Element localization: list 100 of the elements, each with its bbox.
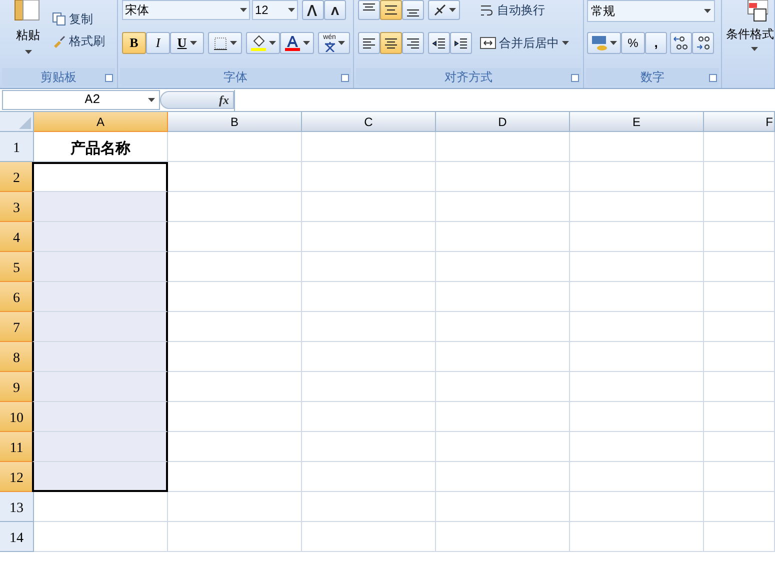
table-cell[interactable] (436, 492, 570, 522)
borders-button[interactable] (208, 32, 242, 54)
row-header[interactable]: 6 (0, 282, 34, 312)
table-cell[interactable] (704, 282, 775, 312)
table-cell[interactable] (570, 222, 704, 252)
bold-button[interactable]: B (122, 32, 146, 54)
underline-button[interactable]: U (170, 32, 204, 54)
selected-cell[interactable] (32, 222, 168, 252)
table-cell[interactable] (302, 222, 436, 252)
selected-cell[interactable] (32, 432, 168, 462)
table-cell[interactable] (168, 462, 302, 492)
table-cell[interactable] (168, 432, 302, 462)
row-header[interactable]: 3 (0, 192, 34, 222)
column-header[interactable]: F (704, 112, 775, 132)
table-cell[interactable] (704, 162, 775, 192)
row-header[interactable]: 4 (0, 222, 34, 252)
table-cell[interactable] (168, 282, 302, 312)
insert-function-button[interactable]: fx (160, 91, 234, 109)
table-cell[interactable] (168, 192, 302, 222)
table-cell[interactable] (168, 252, 302, 282)
table-cell[interactable] (704, 402, 775, 432)
table-cell[interactable] (436, 522, 570, 552)
align-right-button[interactable] (402, 32, 424, 54)
table-cell[interactable] (168, 162, 302, 192)
row-header[interactable]: 8 (0, 342, 34, 372)
row-header[interactable]: 12 (0, 462, 34, 492)
row-header[interactable]: 11 (0, 432, 34, 462)
table-cell[interactable] (704, 312, 775, 342)
table-cell[interactable] (436, 312, 570, 342)
align-left-button[interactable] (358, 32, 380, 54)
row-header[interactable]: 14 (0, 522, 34, 552)
table-cell[interactable] (302, 522, 436, 552)
font-size-field[interactable]: 12 (252, 0, 298, 20)
table-cell[interactable] (436, 432, 570, 462)
selected-cell[interactable] (32, 462, 168, 492)
table-cell[interactable] (436, 162, 570, 192)
selected-cell[interactable] (32, 252, 168, 282)
table-cell[interactable] (704, 252, 775, 282)
decrease-indent-button[interactable] (428, 32, 450, 54)
row-header[interactable]: 1 (0, 132, 34, 162)
table-cell[interactable] (704, 492, 775, 522)
table-cell[interactable] (34, 492, 168, 522)
paste-button[interactable]: 粘贴 (8, 0, 48, 60)
table-cell[interactable] (436, 462, 570, 492)
dialog-launcher-icon[interactable] (709, 74, 717, 82)
row-header[interactable]: 2 (0, 162, 34, 192)
increase-decimal-button[interactable] (670, 32, 692, 54)
increase-indent-button[interactable] (450, 32, 472, 54)
selected-cell[interactable] (32, 372, 168, 402)
selected-cell[interactable] (32, 342, 168, 372)
table-cell[interactable] (704, 522, 775, 552)
table-cell[interactable] (704, 132, 775, 162)
table-cell[interactable] (302, 282, 436, 312)
table-cell[interactable] (436, 132, 570, 162)
table-cell[interactable] (570, 492, 704, 522)
table-cell[interactable] (34, 522, 168, 552)
table-cell[interactable] (704, 372, 775, 402)
table-cell[interactable] (704, 432, 775, 462)
table-cell[interactable] (302, 192, 436, 222)
column-header[interactable]: A (34, 112, 168, 132)
table-cell[interactable] (302, 162, 436, 192)
conditional-format-button[interactable]: 条件格式 (726, 0, 775, 60)
align-bottom-button[interactable] (402, 0, 424, 20)
table-cell[interactable] (570, 252, 704, 282)
dialog-launcher-icon[interactable] (105, 74, 113, 82)
percent-button[interactable]: % (621, 32, 645, 54)
format-painter-button[interactable]: 格式刷 (52, 32, 105, 50)
row-header[interactable]: 5 (0, 252, 34, 282)
table-cell[interactable] (570, 162, 704, 192)
table-cell[interactable] (302, 492, 436, 522)
table-cell[interactable] (302, 402, 436, 432)
wrap-text-button[interactable]: 自动换行 (480, 1, 545, 19)
table-cell[interactable] (570, 342, 704, 372)
table-cell[interactable] (436, 252, 570, 282)
table-cell[interactable] (168, 132, 302, 162)
align-middle-button[interactable] (380, 0, 402, 20)
table-cell[interactable] (436, 192, 570, 222)
table-cell[interactable] (302, 432, 436, 462)
row-header[interactable]: 7 (0, 312, 34, 342)
fill-color-button[interactable] (246, 32, 280, 54)
number-format-field[interactable]: 常规 (587, 0, 715, 22)
table-cell[interactable] (436, 402, 570, 432)
column-header[interactable]: E (570, 112, 704, 132)
table-cell[interactable] (302, 462, 436, 492)
selected-cell[interactable] (32, 282, 168, 312)
table-cell[interactable] (302, 342, 436, 372)
table-cell[interactable] (570, 522, 704, 552)
table-cell[interactable] (168, 492, 302, 522)
dialog-launcher-icon[interactable] (341, 74, 349, 82)
table-cell[interactable] (168, 522, 302, 552)
table-cell[interactable] (302, 132, 436, 162)
grow-font-button[interactable] (302, 0, 324, 20)
active-cell[interactable] (32, 162, 168, 192)
table-cell[interactable] (570, 132, 704, 162)
align-top-button[interactable] (358, 0, 380, 20)
comma-button[interactable]: , (645, 32, 667, 54)
table-cell[interactable] (704, 462, 775, 492)
table-cell[interactable] (436, 342, 570, 372)
table-cell[interactable] (570, 462, 704, 492)
table-cell[interactable] (570, 192, 704, 222)
